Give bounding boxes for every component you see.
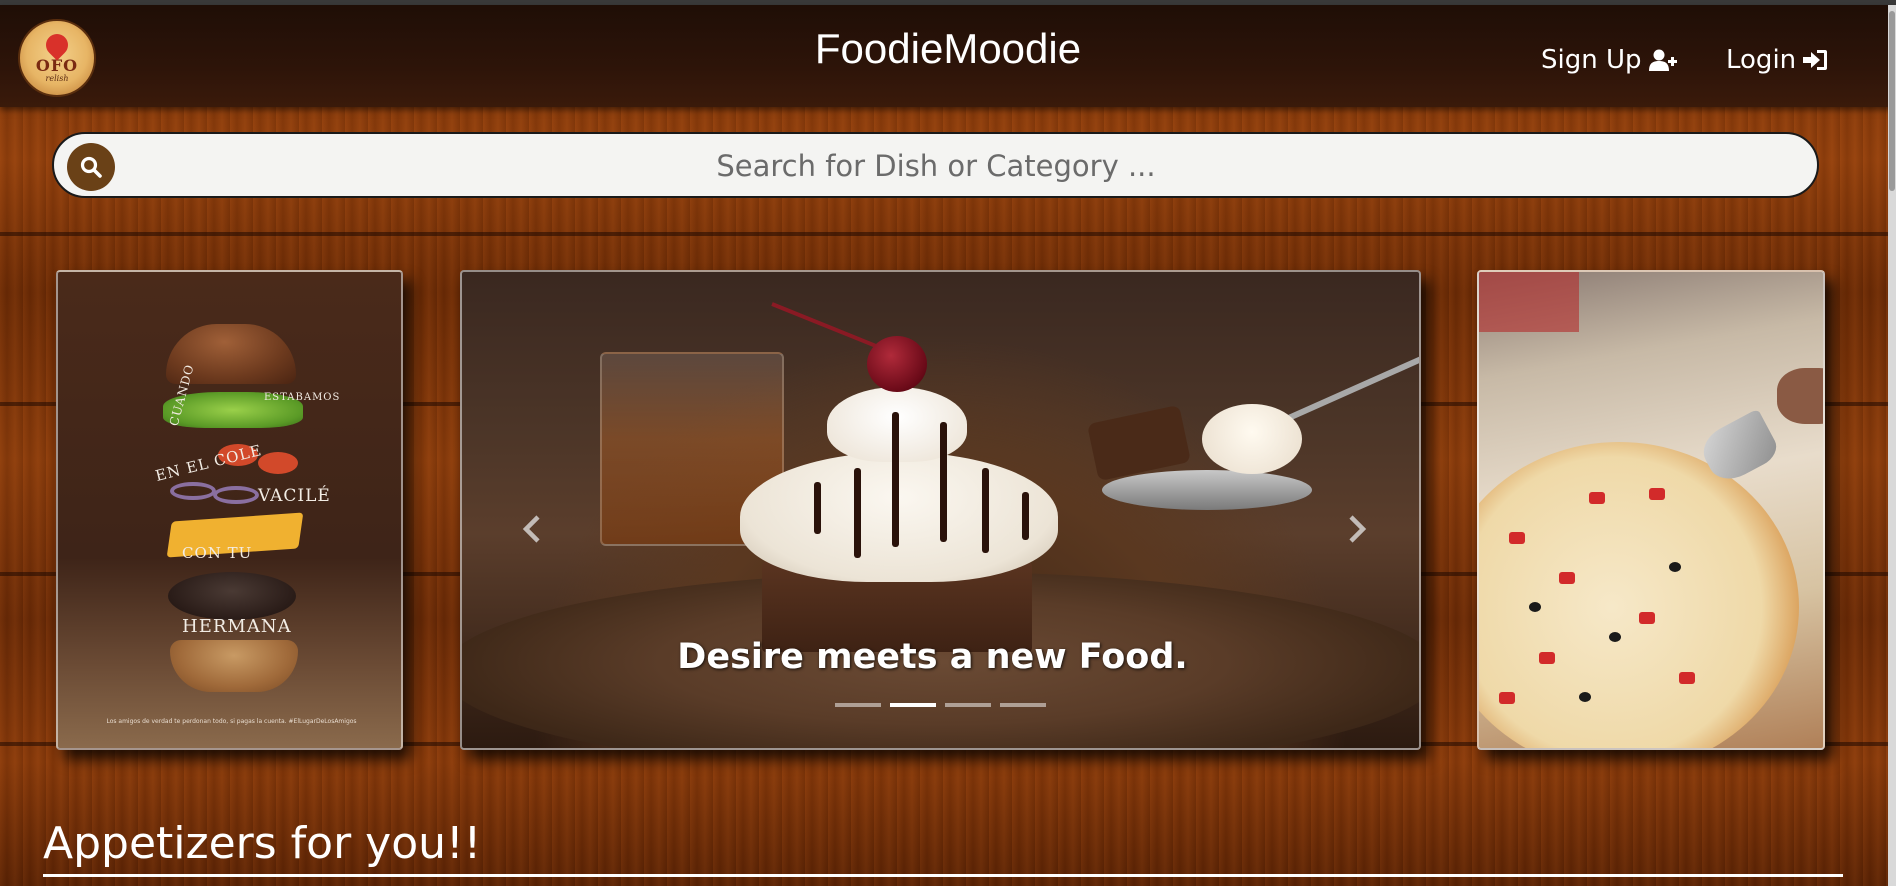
spoon-image (1102, 470, 1312, 510)
search-bar (52, 132, 1819, 198)
signup-label: Sign Up (1541, 45, 1642, 75)
section-divider (43, 874, 1843, 877)
poster-word: HERMANA (182, 616, 292, 637)
poster-word: CON TU (182, 544, 253, 562)
carousel-caption: Desire meets a new Food. (677, 637, 1188, 677)
pizza-olive (1579, 692, 1591, 702)
ice-cream-image (740, 452, 1058, 582)
logo-subtext: relish (45, 73, 69, 83)
cherry-stem (771, 302, 885, 351)
chevron-left-icon (522, 515, 540, 543)
pizza-olive (1529, 602, 1541, 612)
pizza-pepperoni (1559, 572, 1575, 584)
section-title-appetizers: Appetizers for you!! (43, 818, 482, 869)
carousel-prev-button[interactable] (512, 504, 552, 554)
login-link[interactable]: Login (1726, 45, 1828, 75)
featured-card-burger[interactable]: CUANDO ESTABAMOS EN EL COLE VACILÉ CON T… (56, 270, 403, 750)
carousel-indicators (835, 703, 1046, 707)
brand-title[interactable]: FoodieMoodie (815, 25, 1081, 72)
carousel-next-button[interactable] (1337, 504, 1377, 554)
pizza-pepperoni (1539, 652, 1555, 664)
chocolate-drip (982, 468, 989, 553)
pizza-olive (1669, 562, 1681, 572)
burger-onion (213, 486, 259, 504)
user-plus-icon (1648, 49, 1677, 71)
background-chair (1479, 272, 1579, 332)
brand-logo[interactable]: OFO relish (18, 19, 96, 97)
chevron-right-icon (1349, 515, 1367, 543)
hand-image (1777, 368, 1823, 424)
page-scrollbar[interactable] (1888, 5, 1896, 886)
carousel-indicator-1[interactable] (835, 703, 881, 707)
navbar: OFO relish FoodieMoodie Sign Up Login (0, 5, 1896, 107)
burger-onion (170, 482, 216, 500)
poster-word: VACILÉ (258, 486, 331, 506)
poster-fine-print: Los amigos de verdad te perdonan todo, s… (106, 718, 357, 725)
chocolate-drip (854, 468, 861, 558)
sign-in-icon (1803, 50, 1828, 70)
chocolate-drip (940, 422, 947, 542)
login-label: Login (1726, 45, 1797, 75)
carousel-indicator-4[interactable] (1000, 703, 1046, 707)
burger-bun-bottom (170, 640, 298, 692)
spoon-ice-cream-image (1202, 404, 1302, 474)
burger-patty (168, 572, 296, 620)
carousel-indicator-2[interactable] (890, 703, 936, 707)
pizza-pepperoni (1639, 612, 1655, 624)
pizza-olive (1609, 632, 1621, 642)
pizza-pepperoni (1649, 488, 1665, 500)
burger-tomato (258, 452, 298, 474)
spoon-brownie-image (1086, 404, 1192, 482)
pizza-image (1479, 442, 1799, 748)
spoon-handle (1280, 349, 1419, 424)
pizza-pepperoni (1509, 532, 1525, 544)
chocolate-drip (892, 412, 899, 547)
pizza-pepperoni (1679, 672, 1695, 684)
carousel-indicator-3[interactable] (945, 703, 991, 707)
pizza-pepperoni (1589, 492, 1605, 504)
signup-link[interactable]: Sign Up (1541, 45, 1678, 75)
search-input[interactable] (134, 134, 1738, 198)
search-icon (80, 156, 102, 178)
chocolate-drip (814, 482, 821, 534)
chocolate-drip (1022, 492, 1029, 540)
scrollbar-thumb[interactable] (1889, 11, 1895, 191)
poster-word: ESTABAMOS (264, 392, 341, 403)
cherry-image (867, 336, 927, 392)
search-button[interactable] (67, 143, 115, 191)
featured-card-pizza[interactable] (1477, 270, 1825, 750)
hero-carousel[interactable]: Desire meets a new Food. (460, 270, 1421, 750)
pizza-pepperoni (1499, 692, 1515, 704)
